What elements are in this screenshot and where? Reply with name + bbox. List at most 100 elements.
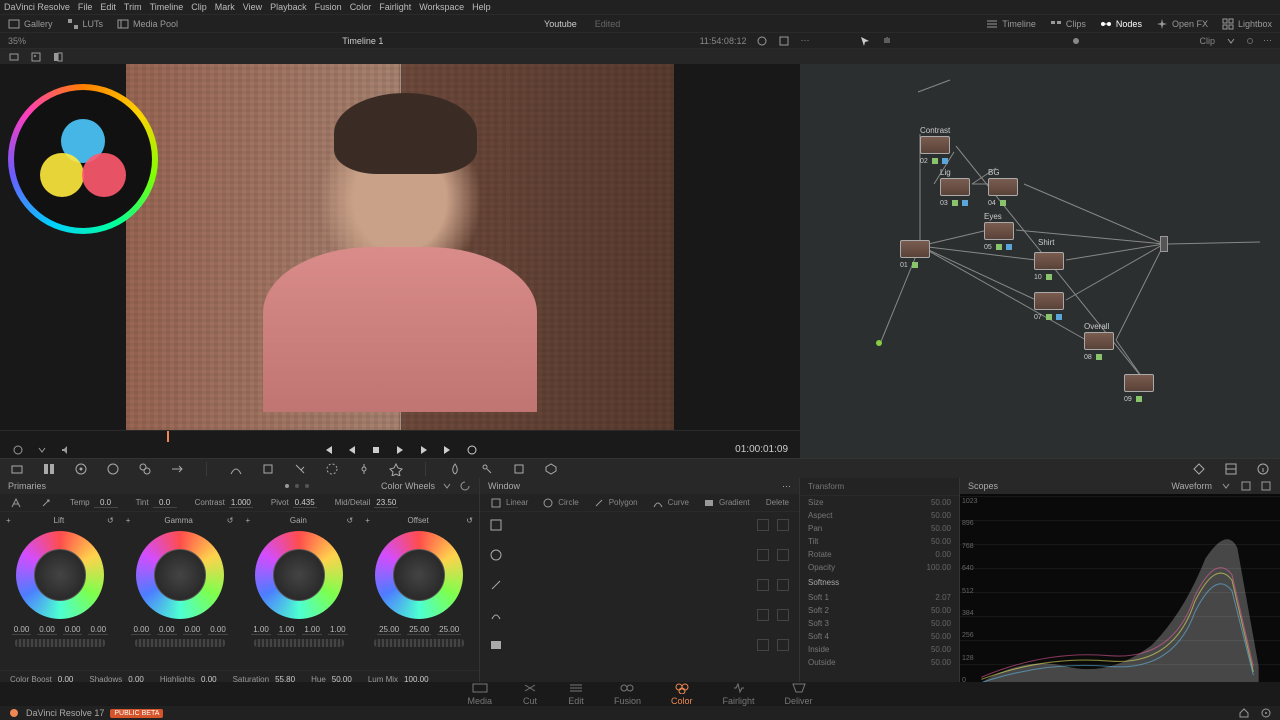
more-icon[interactable]: ⋯	[782, 481, 791, 492]
chevron-down-icon[interactable]	[1220, 480, 1232, 492]
mediapool-toggle[interactable]: Media Pool	[117, 18, 178, 30]
prev-frame-icon[interactable]	[346, 444, 358, 456]
dup-icon[interactable]	[777, 519, 789, 531]
dup-icon[interactable]	[777, 639, 789, 651]
node-09[interactable]	[1124, 374, 1154, 392]
rgbmixer-icon[interactable]	[138, 462, 152, 476]
qualifier-icon[interactable]	[293, 462, 307, 476]
stop-icon[interactable]	[370, 444, 382, 456]
clips-toggle[interactable]: Clips	[1050, 18, 1086, 30]
viewer-canvas[interactable]	[0, 64, 800, 430]
settings-icon[interactable]	[12, 444, 24, 456]
menu-item[interactable]: Trim	[124, 2, 142, 12]
shape-curve[interactable]: Curve	[652, 497, 689, 509]
tab-edit[interactable]: Edit	[568, 682, 584, 706]
add-icon[interactable]	[757, 519, 769, 531]
menu-item[interactable]: Playback	[270, 2, 307, 12]
node-eyes[interactable]	[984, 222, 1014, 240]
expand-icon[interactable]	[778, 35, 790, 47]
tab-color[interactable]: Color	[671, 682, 693, 706]
picker-icon[interactable]	[40, 497, 52, 509]
keyframes-icon[interactable]	[1192, 462, 1206, 476]
home-icon[interactable]	[1238, 707, 1250, 719]
menu-item[interactable]: Mark	[215, 2, 235, 12]
reset-icon[interactable]: ↺	[107, 516, 114, 525]
offset-wheel[interactable]	[375, 531, 463, 619]
tab-cut[interactable]: Cut	[522, 682, 538, 706]
auto-icon[interactable]	[10, 497, 22, 509]
menu-item[interactable]: View	[243, 2, 262, 12]
shape-slot-circle[interactable]	[490, 546, 789, 564]
lift-jog[interactable]	[15, 639, 105, 647]
openfx-toggle[interactable]: Open FX	[1156, 18, 1208, 30]
node-lig[interactable]	[940, 178, 970, 196]
magicmask-icon[interactable]	[389, 462, 403, 476]
add-icon[interactable]	[757, 639, 769, 651]
lift-wheel[interactable]	[16, 531, 104, 619]
tracker-icon[interactable]	[357, 462, 371, 476]
temp-value[interactable]: 0.0	[94, 498, 118, 508]
next-frame-icon[interactable]	[418, 444, 430, 456]
gamma-jog[interactable]	[135, 639, 225, 647]
last-frame-icon[interactable]	[442, 444, 454, 456]
menu-item[interactable]: Clip	[191, 2, 207, 12]
tab-deliver[interactable]: Deliver	[785, 682, 813, 706]
dup-icon[interactable]	[777, 609, 789, 621]
menu-item[interactable]: DaVinci Resolve	[4, 2, 70, 12]
offset-jog[interactable]	[374, 639, 464, 647]
warper-icon[interactable]	[261, 462, 275, 476]
tab-fairlight[interactable]: Fairlight	[723, 682, 755, 706]
pivot-value[interactable]: 0.435	[293, 498, 317, 508]
menu-item[interactable]: Timeline	[150, 2, 184, 12]
loop-icon[interactable]	[466, 444, 478, 456]
shape-slot-linear[interactable]	[490, 516, 789, 534]
scopes-icon[interactable]	[1224, 462, 1238, 476]
menu-item[interactable]: Workspace	[419, 2, 464, 12]
node-shirt[interactable]	[1034, 292, 1064, 310]
hand-icon[interactable]	[881, 35, 893, 47]
gain-wheel[interactable]	[255, 531, 343, 619]
add-icon[interactable]	[757, 579, 769, 591]
middetail-value[interactable]: 23.50	[374, 498, 398, 508]
blur-icon[interactable]	[448, 462, 462, 476]
more-icon[interactable]: ⋯	[1263, 35, 1272, 46]
parallel-mixer[interactable]	[1160, 236, 1168, 252]
delete-button[interactable]: Delete	[766, 498, 789, 507]
pointer-icon[interactable]	[859, 35, 871, 47]
clip-label[interactable]: Clip	[1199, 36, 1215, 46]
node-contrast[interactable]	[920, 136, 950, 154]
node-10[interactable]	[1034, 252, 1064, 270]
shape-slot-gradient[interactable]	[490, 636, 789, 654]
shape-gradient[interactable]: Gradient	[703, 497, 750, 509]
3d-icon[interactable]	[544, 462, 558, 476]
node-overall[interactable]	[1084, 332, 1114, 350]
shape-slot-curve[interactable]	[490, 606, 789, 624]
gamma-wheel[interactable]	[136, 531, 224, 619]
gallery-toggle[interactable]: Gallery	[8, 18, 53, 30]
colormatch-icon[interactable]	[42, 462, 56, 476]
node-01[interactable]	[900, 240, 930, 258]
tab-media[interactable]: Media	[467, 682, 492, 706]
dup-icon[interactable]	[777, 549, 789, 561]
loop-icon[interactable]	[756, 35, 768, 47]
wheels-mode[interactable]: Color Wheels	[381, 481, 435, 491]
scope-mode[interactable]: Waveform	[1171, 481, 1212, 491]
curves-icon[interactable]	[229, 462, 243, 476]
menu-item[interactable]: Fairlight	[379, 2, 411, 12]
dup-icon[interactable]	[777, 579, 789, 591]
crosshair-icon[interactable]: +	[126, 516, 131, 525]
record-icon[interactable]	[1247, 38, 1253, 44]
shape-slot-pen[interactable]	[490, 576, 789, 594]
more-icon[interactable]: ⋯	[800, 35, 809, 46]
layout-icon[interactable]	[1240, 480, 1252, 492]
expand-icon[interactable]	[1260, 480, 1272, 492]
menu-item[interactable]: File	[78, 2, 93, 12]
key-icon[interactable]	[480, 462, 494, 476]
menu-item[interactable]: Help	[472, 2, 491, 12]
timeline-name[interactable]: Timeline 1	[342, 36, 383, 46]
primaries-icon[interactable]	[74, 462, 88, 476]
nodes-toggle[interactable]: Nodes	[1100, 18, 1142, 30]
add-icon[interactable]	[757, 549, 769, 561]
gain-jog[interactable]	[254, 639, 344, 647]
menu-item[interactable]: Edit	[100, 2, 116, 12]
